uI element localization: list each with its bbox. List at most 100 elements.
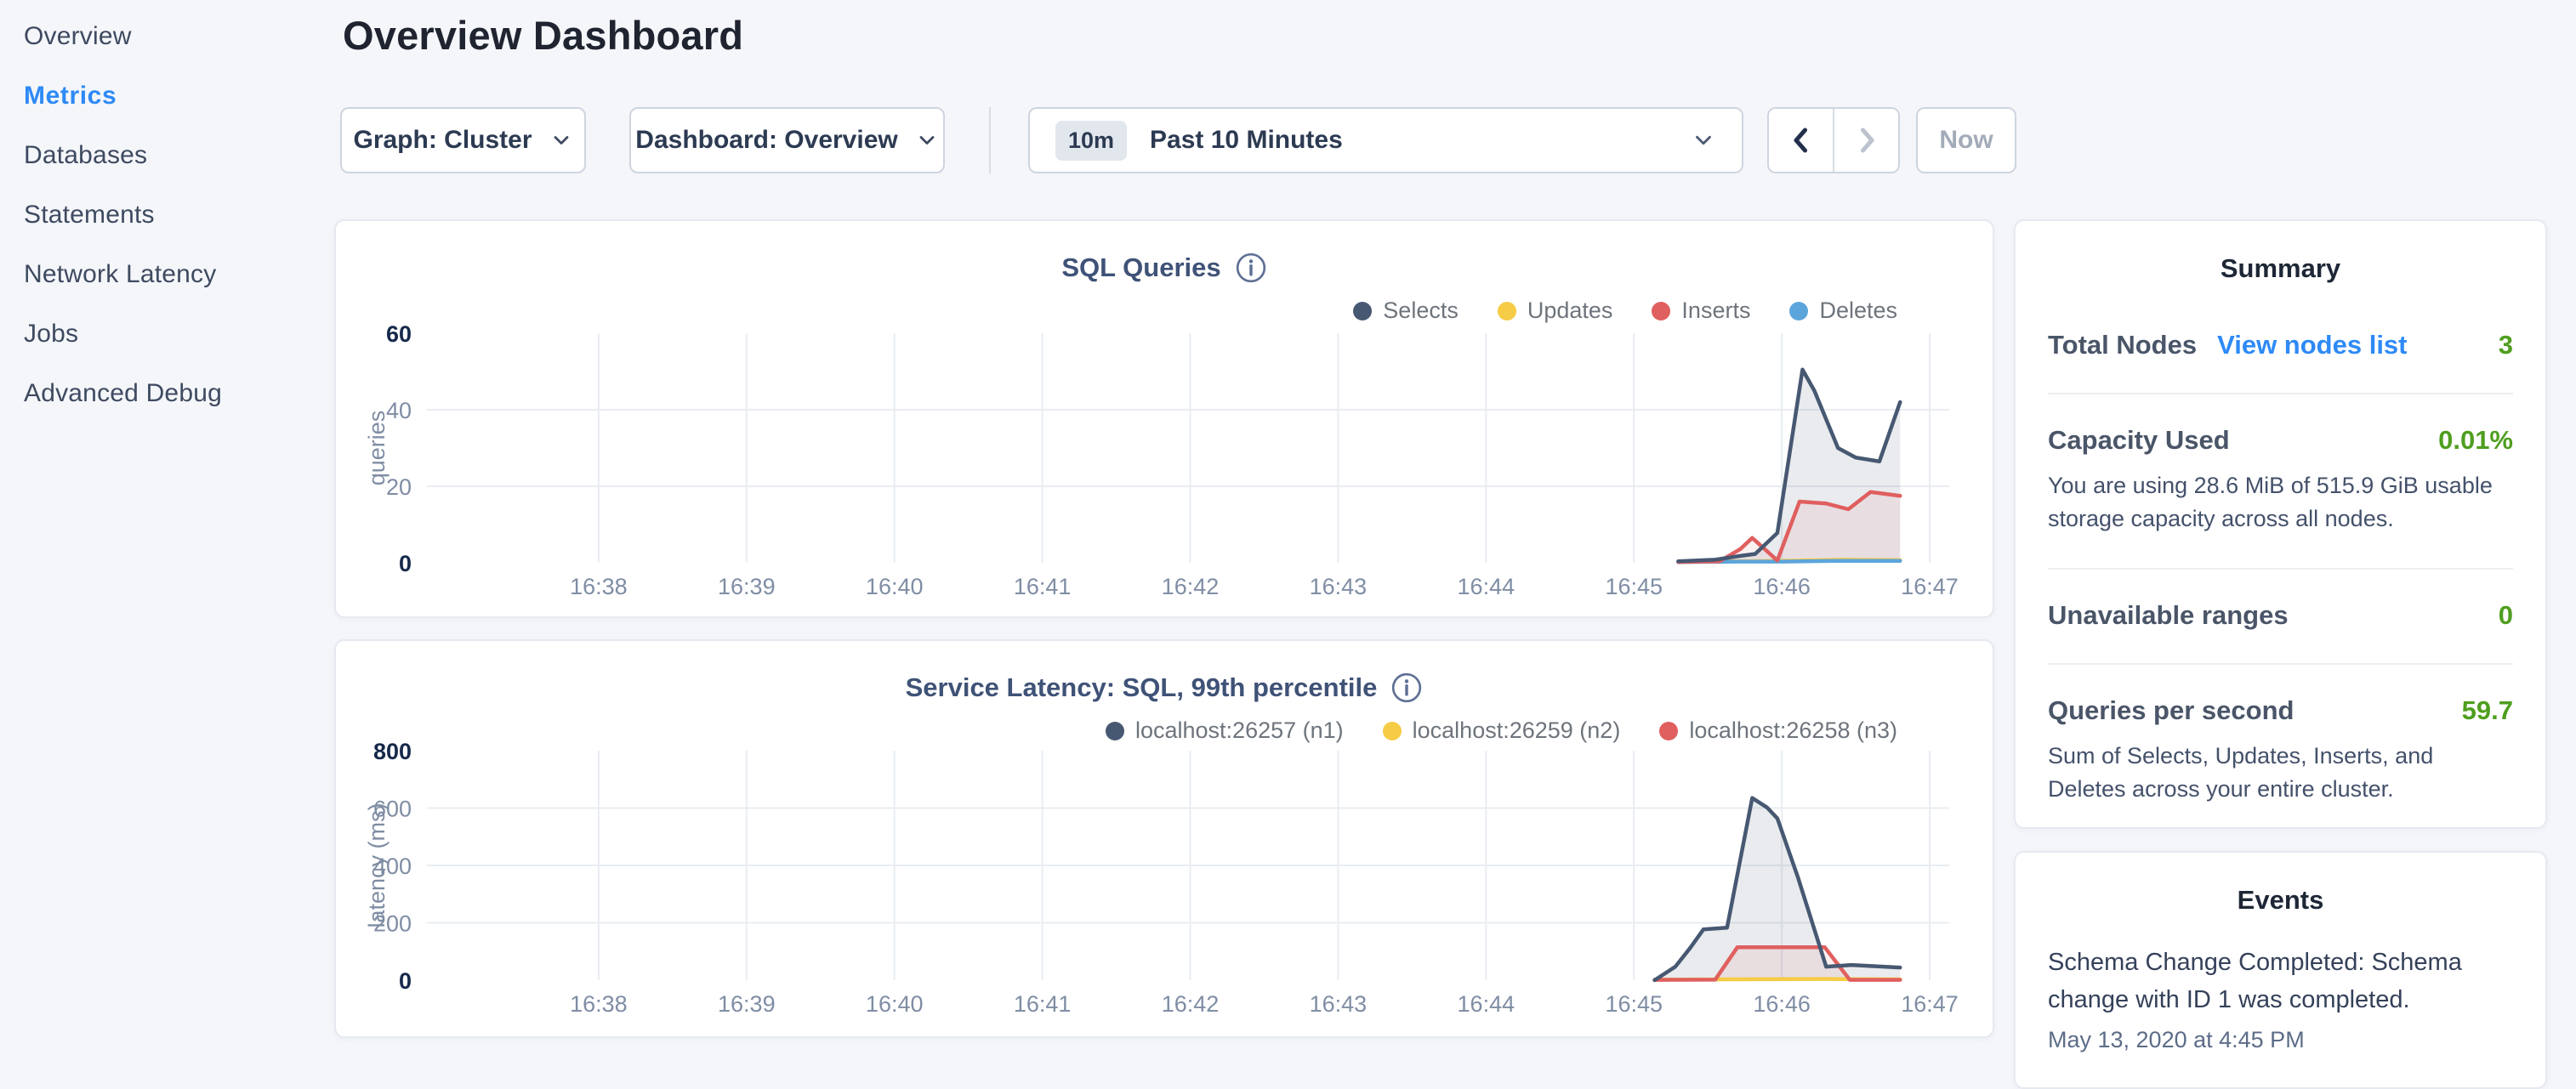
sidebar-item-statements[interactable]: Statements xyxy=(0,185,333,245)
legend-item: localhost:26259 (n2) xyxy=(1383,717,1621,744)
legend-item: Deletes xyxy=(1789,298,1897,324)
summary-value: 0.01% xyxy=(2438,425,2513,456)
svg-text:16:39: 16:39 xyxy=(718,574,776,599)
chart-title: SQL Queries xyxy=(1061,252,1220,283)
time-next-button[interactable] xyxy=(1833,109,1898,172)
summary-label: Total Nodes xyxy=(2048,330,2197,360)
summary-description: You are using 28.6 MiB of 515.9 GiB usab… xyxy=(2048,469,2513,536)
view-nodes-list-link[interactable]: View nodes list xyxy=(2217,330,2407,360)
controls-divider xyxy=(989,107,991,173)
legend-dot-icon xyxy=(1659,722,1678,740)
summary-label: Capacity Used xyxy=(2048,425,2230,456)
svg-text:16:45: 16:45 xyxy=(1605,574,1663,599)
graph-scope-dropdown[interactable]: Graph: Cluster xyxy=(340,107,586,173)
svg-text:16:46: 16:46 xyxy=(1753,574,1811,599)
svg-text:latency (ms): latency (ms) xyxy=(364,803,390,927)
dashboard-dropdown[interactable]: Dashboard: Overview xyxy=(629,107,945,173)
svg-text:16:44: 16:44 xyxy=(1458,574,1515,599)
legend-label: localhost:26258 (n3) xyxy=(1689,717,1897,744)
chart-title-row: SQL Queries xyxy=(336,252,1993,284)
sidebar-item-metrics[interactable]: Metrics xyxy=(0,66,333,126)
chevron-right-icon xyxy=(1851,122,1882,158)
legend-label: localhost:26257 (n1) xyxy=(1135,717,1344,744)
event-item-text: Schema Change Completed: Schema change w… xyxy=(2048,944,2513,1018)
svg-text:16:40: 16:40 xyxy=(866,574,924,599)
svg-text:16:45: 16:45 xyxy=(1605,991,1663,1017)
legend-dot-icon xyxy=(1353,302,1372,320)
sql-queries-chart-card: 16:3816:3916:4016:4116:4216:4316:4416:45… xyxy=(334,219,1994,618)
legend-label: Deletes xyxy=(1819,298,1897,324)
legend-dot-icon xyxy=(1498,302,1516,320)
time-window-label: Past 10 Minutes xyxy=(1150,126,1343,155)
svg-text:16:40: 16:40 xyxy=(866,991,924,1017)
legend-dot-icon xyxy=(1789,302,1808,320)
legend-item: Inserts xyxy=(1652,298,1750,324)
chevron-down-icon xyxy=(915,128,939,152)
svg-text:16:47: 16:47 xyxy=(1901,991,1959,1017)
dashboard-dropdown-label: Dashboard: Overview xyxy=(635,126,897,155)
svg-text:20: 20 xyxy=(386,474,412,500)
service-latency-chart-card: 16:3816:3916:4016:4116:4216:4316:4416:45… xyxy=(334,639,1994,1038)
controls-row: Graph: Cluster Dashboard: Overview 10m P… xyxy=(340,107,2016,173)
summary-value: 0 xyxy=(2499,600,2513,631)
svg-text:16:46: 16:46 xyxy=(1753,991,1811,1017)
summary-value: 59.7 xyxy=(2462,695,2513,726)
sidebar-item-overview[interactable]: Overview xyxy=(0,7,333,66)
summary-panel: Summary Total Nodes View nodes list 3 Ca… xyxy=(2014,219,2547,829)
svg-text:16:41: 16:41 xyxy=(1014,574,1072,599)
info-icon[interactable] xyxy=(1235,252,1267,284)
legend-label: Inserts xyxy=(1681,298,1750,324)
svg-text:16:38: 16:38 xyxy=(570,991,628,1017)
legend-item: localhost:26258 (n3) xyxy=(1659,717,1897,744)
summary-description: Sum of Selects, Updates, Inserts, and De… xyxy=(2048,740,2513,806)
chevron-left-icon xyxy=(1786,122,1817,158)
chart-title: Service Latency: SQL, 99th percentile xyxy=(906,672,1378,703)
svg-text:800: 800 xyxy=(373,739,412,764)
summary-heading: Summary xyxy=(2048,253,2513,284)
time-window-dropdown[interactable]: 10m Past 10 Minutes xyxy=(1028,107,1743,173)
svg-text:16:42: 16:42 xyxy=(1162,574,1220,599)
summary-label: Queries per second xyxy=(2048,695,2294,726)
sidebar-item-databases[interactable]: Databases xyxy=(0,126,333,185)
svg-text:16:43: 16:43 xyxy=(1310,574,1368,599)
legend-label: Updates xyxy=(1527,298,1613,324)
time-step-group xyxy=(1767,107,1900,173)
events-heading: Events xyxy=(2048,885,2513,916)
svg-text:16:41: 16:41 xyxy=(1014,991,1072,1017)
legend-item: Updates xyxy=(1498,298,1613,324)
chart-legend: localhost:26257 (n1) localhost:26259 (n2… xyxy=(1106,717,1897,744)
svg-text:40: 40 xyxy=(386,398,412,423)
chart-legend: Selects Updates Inserts Deletes xyxy=(1353,298,1897,324)
svg-text:0: 0 xyxy=(399,551,412,576)
now-button[interactable]: Now xyxy=(1916,107,2016,173)
summary-row-queries-per-second: Queries per second 59.7 Sum of Selects, … xyxy=(2048,665,2513,829)
svg-text:60: 60 xyxy=(386,321,412,347)
summary-value: 3 xyxy=(2499,330,2513,360)
legend-label: Selects xyxy=(1383,298,1459,324)
sidebar-item-jobs[interactable]: Jobs xyxy=(0,304,333,364)
time-window-badge: 10m xyxy=(1055,121,1127,161)
legend-label: localhost:26259 (n2) xyxy=(1413,717,1621,744)
chevron-down-icon xyxy=(1691,128,1716,153)
svg-text:16:44: 16:44 xyxy=(1458,991,1515,1017)
svg-text:16:42: 16:42 xyxy=(1162,991,1220,1017)
legend-dot-icon xyxy=(1383,722,1402,740)
info-icon[interactable] xyxy=(1390,672,1423,704)
summary-row-total-nodes: Total Nodes View nodes list 3 xyxy=(2048,284,2513,394)
time-prev-button[interactable] xyxy=(1769,109,1833,172)
legend-dot-icon xyxy=(1652,302,1670,320)
summary-row-capacity-used: Capacity Used 0.01% You are using 28.6 M… xyxy=(2048,394,2513,570)
page-title: Overview Dashboard xyxy=(343,12,743,59)
svg-text:queries: queries xyxy=(364,411,390,486)
svg-text:0: 0 xyxy=(399,968,412,994)
sidebar-nav: Overview Metrics Databases Statements Ne… xyxy=(0,7,333,423)
summary-label: Unavailable ranges xyxy=(2048,600,2289,631)
sidebar-item-network-latency[interactable]: Network Latency xyxy=(0,245,333,304)
chevron-down-icon xyxy=(549,128,573,152)
sidebar-item-advanced-debug[interactable]: Advanced Debug xyxy=(0,364,333,423)
legend-item: localhost:26257 (n1) xyxy=(1106,717,1344,744)
svg-text:16:39: 16:39 xyxy=(718,991,776,1017)
events-panel: Events Schema Change Completed: Schema c… xyxy=(2014,851,2547,1089)
summary-row-unavailable-ranges: Unavailable ranges 0 xyxy=(2048,570,2513,665)
graph-scope-dropdown-label: Graph: Cluster xyxy=(353,126,532,155)
